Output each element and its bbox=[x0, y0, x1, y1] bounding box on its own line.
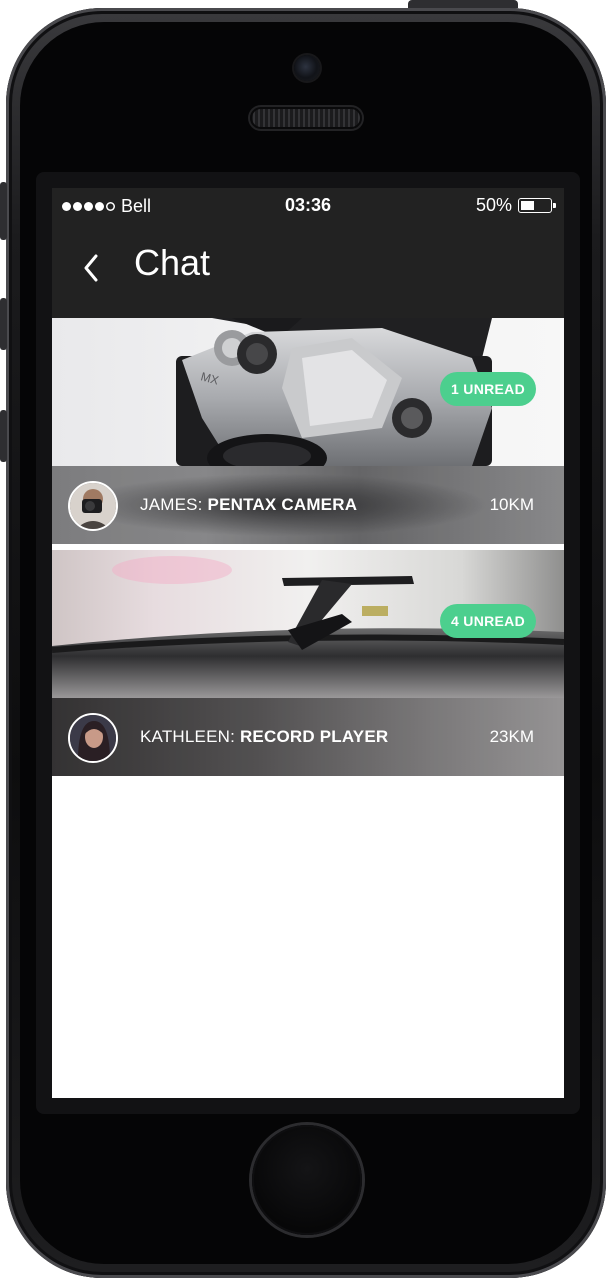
avatar bbox=[68, 481, 118, 531]
distance-label: 23KM bbox=[489, 727, 534, 746]
status-bar: Bell 03:36 50% bbox=[52, 188, 564, 224]
chat-item-james[interactable]: MX JAMES: PENTAX CAMERA 10KM 1 UNREAD bbox=[52, 318, 564, 544]
home-button bbox=[252, 1125, 362, 1235]
chat-footer: KATHLEEN: RECORD PLAYER 23KM bbox=[52, 698, 564, 776]
chat-item-kathleen[interactable]: KATHLEEN: RECORD PLAYER 23KM 4 UNREAD bbox=[52, 550, 564, 776]
chat-title: JAMES: PENTAX CAMERA bbox=[140, 495, 357, 515]
navigation-bar: Chat bbox=[52, 224, 564, 318]
mute-switch bbox=[0, 182, 7, 240]
battery-percent: 50% bbox=[475, 195, 512, 215]
chat-footer: JAMES: PENTAX CAMERA 10KM bbox=[52, 466, 564, 544]
distance-label: 10KM bbox=[489, 495, 534, 514]
battery-status: 50% bbox=[475, 195, 556, 216]
power-button bbox=[408, 0, 518, 8]
sender-name: JAMES: bbox=[140, 495, 203, 514]
unread-badge: 1 UNREAD bbox=[440, 372, 536, 406]
item-name: RECORD PLAYER bbox=[239, 727, 389, 746]
battery-icon bbox=[518, 198, 556, 213]
earpiece-speaker bbox=[250, 107, 362, 129]
chat-title: KATHLEEN: RECORD PLAYER bbox=[140, 727, 388, 747]
chevron-left-icon[interactable] bbox=[80, 248, 110, 288]
unread-badge: 4 UNREAD bbox=[440, 604, 536, 638]
app-screen: Bell 03:36 50% Chat MX JAMES: PENTAX CAM… bbox=[52, 188, 564, 1098]
volume-down-button bbox=[0, 410, 7, 462]
volume-up-button bbox=[0, 298, 7, 350]
front-camera bbox=[294, 55, 320, 81]
battery-tip bbox=[553, 203, 556, 208]
item-name: PENTAX CAMERA bbox=[207, 495, 358, 514]
battery-fill bbox=[521, 201, 534, 210]
sender-name: KATHLEEN: bbox=[140, 727, 236, 746]
page-title: Chat bbox=[134, 242, 211, 283]
avatar bbox=[68, 713, 118, 763]
